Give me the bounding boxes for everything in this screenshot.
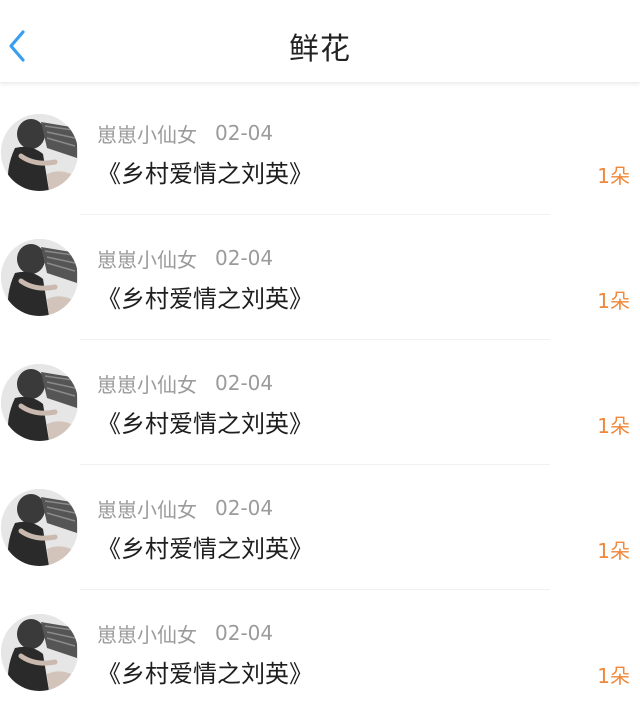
item-meta: 崽崽小仙女 02-04 [97,369,274,398]
date-label: 02-04 [215,246,274,270]
date-label: 02-04 [215,496,274,520]
user-name[interactable]: 崽崽小仙女 [97,119,197,148]
date-label: 02-04 [215,371,274,395]
item-meta: 崽崽小仙女 02-04 [97,244,274,273]
list-item[interactable]: 崽崽小仙女 02-04 《乡村爱情之刘英》 1朵 [0,215,640,340]
avatar[interactable] [1,489,78,566]
list-item[interactable]: 崽崽小仙女 02-04 《乡村爱情之刘英》 1朵 [0,465,640,590]
flower-count: 1朵 [597,664,630,688]
user-name[interactable]: 崽崽小仙女 [97,244,197,273]
book-title[interactable]: 《乡村爱情之刘英》 [97,529,313,564]
item-meta: 崽崽小仙女 02-04 [97,494,274,523]
book-title[interactable]: 《乡村爱情之刘英》 [97,404,313,439]
item-meta: 崽崽小仙女 02-04 [97,119,274,148]
user-name[interactable]: 崽崽小仙女 [97,619,197,648]
avatar[interactable] [1,364,78,441]
avatar[interactable] [1,614,78,691]
book-title[interactable]: 《乡村爱情之刘英》 [97,279,313,314]
flower-count: 1朵 [597,539,630,563]
page-title: 鲜花 [289,32,351,67]
book-title[interactable]: 《乡村爱情之刘英》 [97,654,313,689]
flower-list: 崽崽小仙女 02-04 《乡村爱情之刘英》 1朵 崽崽小仙女 02-04 《乡村… [0,90,640,715]
list-item[interactable]: 崽崽小仙女 02-04 《乡村爱情之刘英》 1朵 [0,90,640,215]
date-label: 02-04 [215,121,274,145]
avatar[interactable] [1,114,78,191]
book-title[interactable]: 《乡村爱情之刘英》 [97,154,313,189]
date-label: 02-04 [215,621,274,645]
user-name[interactable]: 崽崽小仙女 [97,494,197,523]
user-name[interactable]: 崽崽小仙女 [97,369,197,398]
avatar[interactable] [1,239,78,316]
list-item[interactable]: 崽崽小仙女 02-04 《乡村爱情之刘英》 1朵 [0,340,640,465]
flower-count: 1朵 [597,164,630,188]
flower-count: 1朵 [597,289,630,313]
flower-count: 1朵 [597,414,630,438]
item-meta: 崽崽小仙女 02-04 [97,619,274,648]
list-item[interactable]: 崽崽小仙女 02-04 《乡村爱情之刘英》 1朵 [0,590,640,715]
top-bar: 鲜花 [0,0,640,83]
